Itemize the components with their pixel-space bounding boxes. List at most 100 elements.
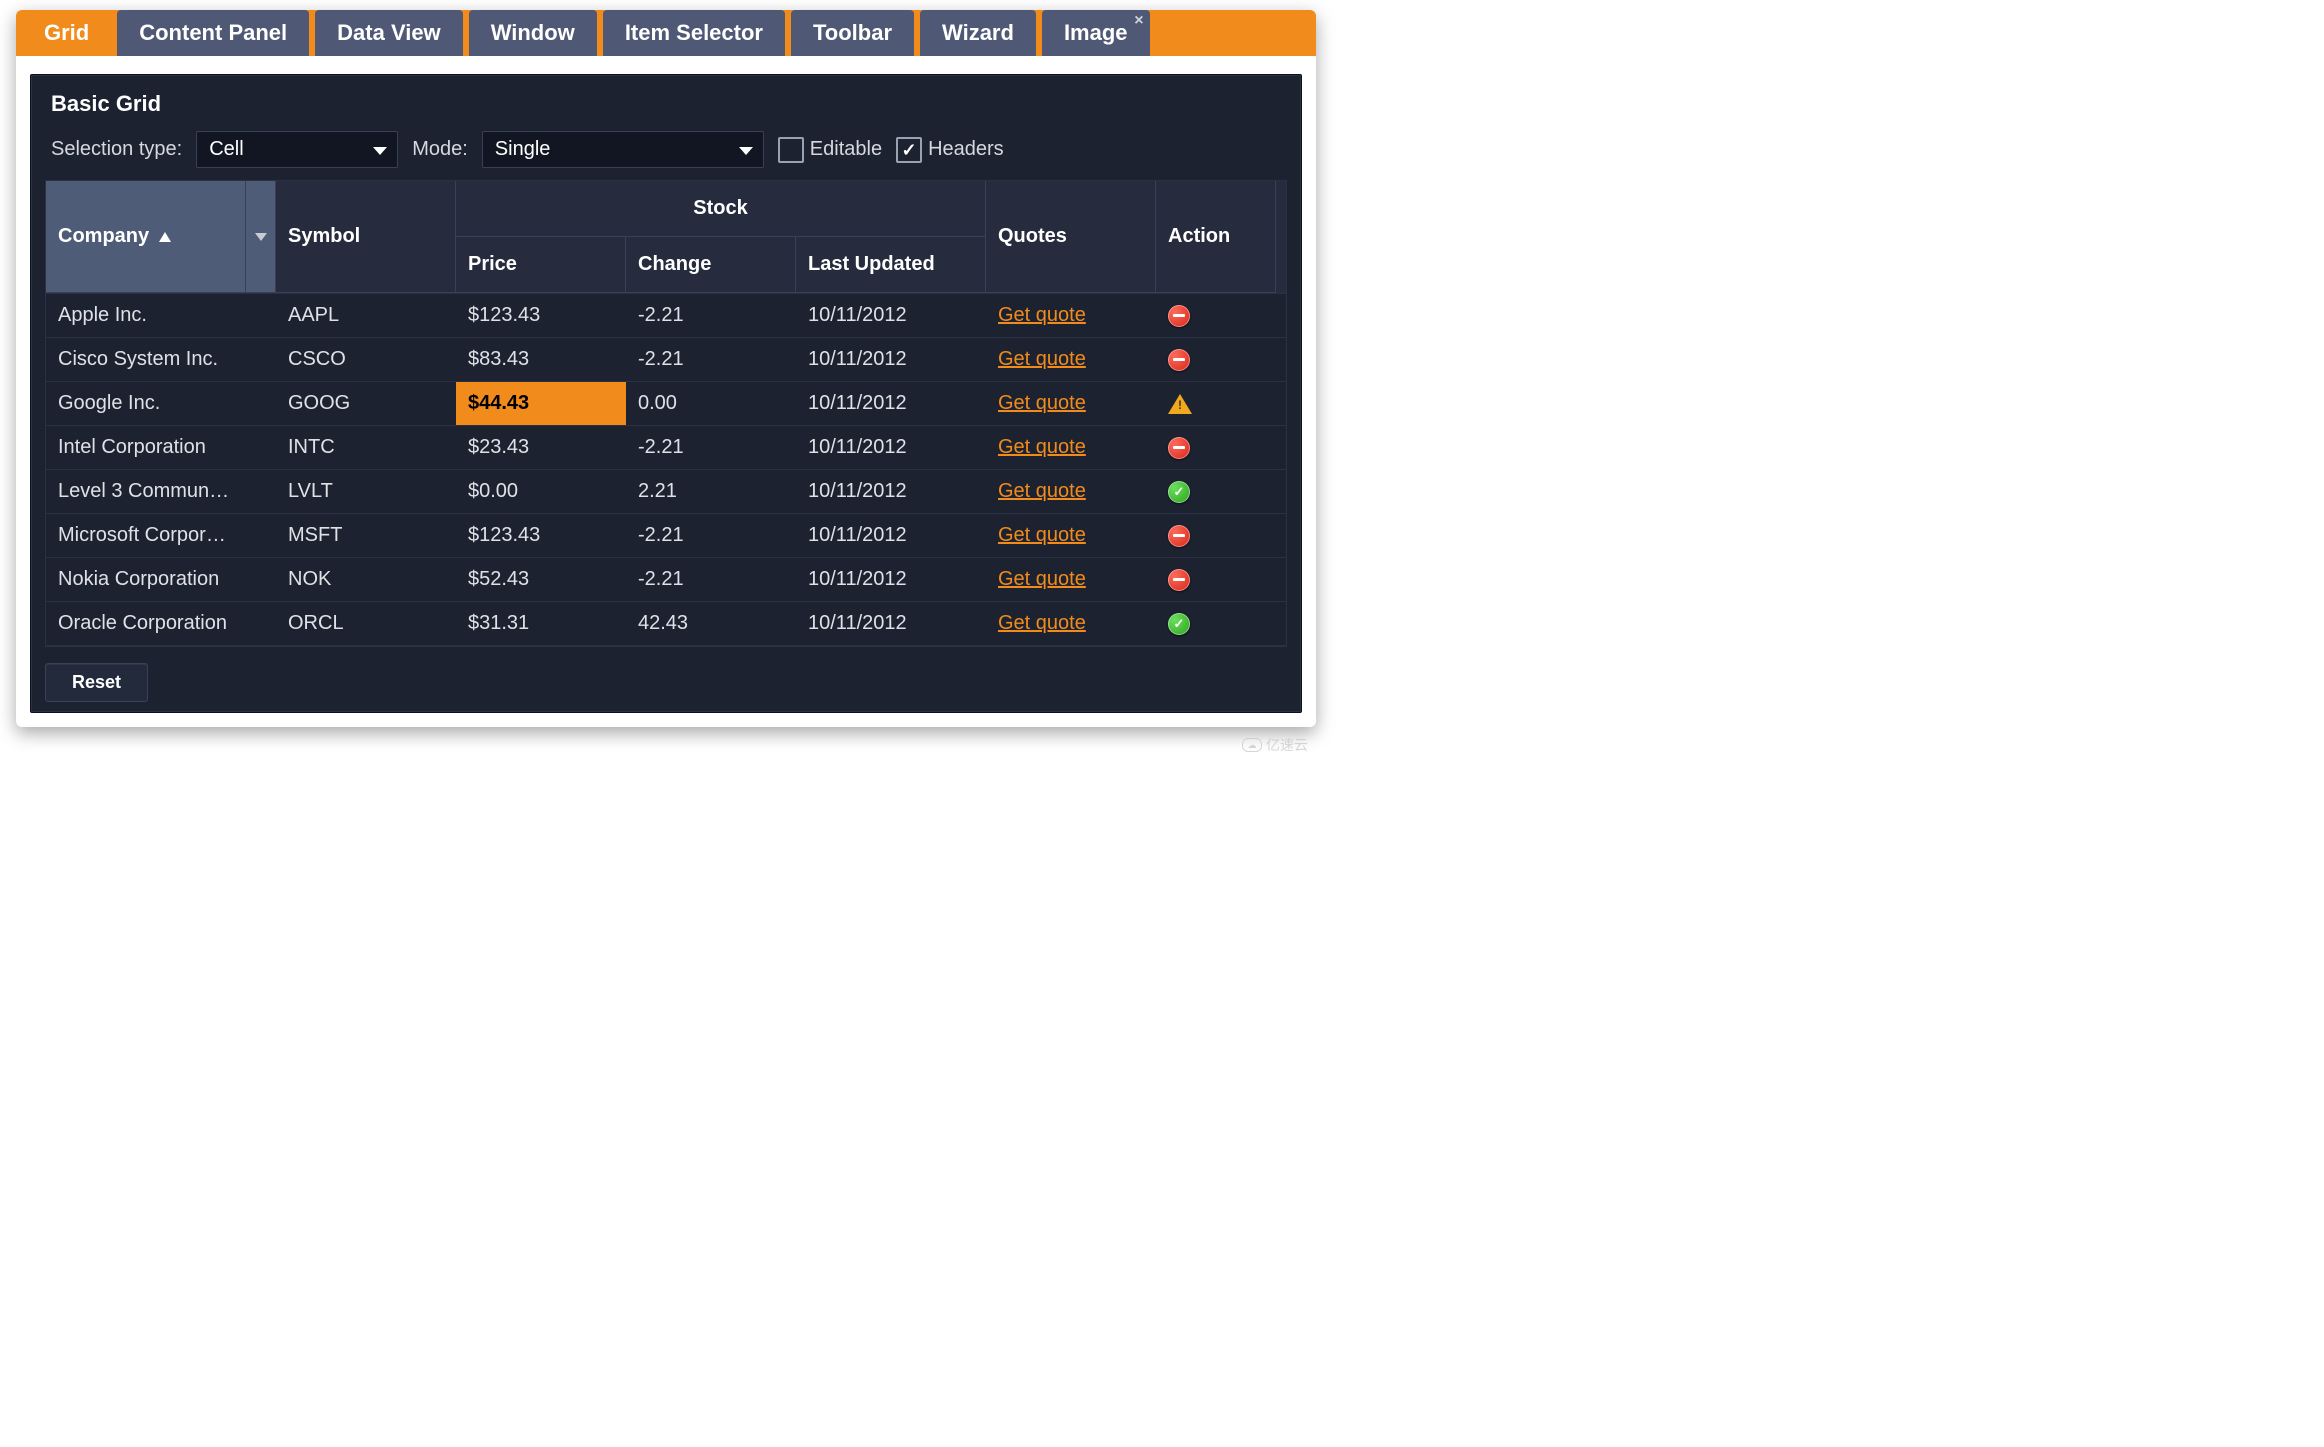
get-quote-link[interactable]: Get quote (998, 392, 1086, 414)
column-header-label: Action (1168, 225, 1230, 248)
get-quote-link[interactable]: Get quote (998, 568, 1086, 590)
cell-symbol: CSCO (276, 338, 456, 381)
column-header-company-menu[interactable] (246, 181, 276, 293)
cell-last-updated: 10/11/2012 (796, 558, 986, 601)
cell-price: $83.43 (456, 338, 626, 381)
sort-asc-icon (159, 232, 171, 242)
table-row[interactable]: Microsoft Corpor…MSFT$123.43-2.2110/11/2… (46, 513, 1286, 557)
tab-data-view[interactable]: Data View (315, 10, 463, 56)
column-header-company[interactable]: Company (46, 181, 246, 293)
chevron-down-icon (739, 147, 753, 155)
watermark-text: 亿速云 (1266, 735, 1308, 755)
cell-symbol: MSFT (276, 514, 456, 557)
cell-last-updated: 10/11/2012 (796, 426, 986, 469)
cell-price: $52.43 (456, 558, 626, 601)
table-row[interactable]: Nokia CorporationNOK$52.43-2.2110/11/201… (46, 557, 1286, 601)
column-header-action[interactable]: Action (1156, 181, 1276, 293)
warning-icon[interactable] (1168, 394, 1192, 414)
cell-company: Nokia Corporation (46, 558, 276, 601)
selection-type-select[interactable]: Cell (196, 131, 398, 168)
tab-window[interactable]: Window (469, 10, 597, 56)
cell-company: Google Inc. (46, 382, 276, 425)
headers-checkbox[interactable]: Headers (896, 137, 1004, 163)
column-header-symbol[interactable]: Symbol (276, 181, 456, 293)
table-row[interactable]: Level 3 Commun…LVLT$0.002.2110/11/2012Ge… (46, 469, 1286, 513)
tab-grid[interactable]: Grid (22, 10, 111, 56)
close-icon[interactable]: × (1134, 12, 1143, 30)
get-quote-link[interactable]: Get quote (998, 436, 1086, 458)
cell-action (1156, 294, 1276, 337)
column-header-change[interactable]: Change (626, 237, 796, 293)
checkbox-icon (778, 137, 804, 163)
mode-select[interactable]: Single (482, 131, 764, 168)
mode-label: Mode: (412, 138, 468, 161)
chevron-down-icon (255, 233, 267, 241)
cell-action (1156, 514, 1276, 557)
cell-action (1156, 338, 1276, 381)
table-row[interactable]: Intel CorporationINTC$23.43-2.2110/11/20… (46, 425, 1286, 469)
column-header-label: Stock (693, 197, 747, 220)
cell-change: 42.43 (626, 602, 796, 645)
cell-quotes: Get quote (986, 602, 1156, 645)
column-header-label: Symbol (288, 225, 360, 248)
get-quote-link[interactable]: Get quote (998, 524, 1086, 546)
tab-toolbar[interactable]: Toolbar (791, 10, 914, 56)
cell-quotes: Get quote (986, 338, 1156, 381)
column-header-label: Change (638, 253, 711, 276)
tabbar: GridContent PanelData ViewWindowItem Sel… (16, 10, 1316, 56)
ok-icon[interactable] (1168, 613, 1190, 635)
cell-last-updated: 10/11/2012 (796, 338, 986, 381)
remove-icon[interactable] (1168, 305, 1190, 327)
grid-panel: Basic Grid Selection type: Cell Mode: Si… (30, 74, 1302, 713)
headers-label: Headers (928, 138, 1004, 161)
cell-last-updated: 10/11/2012 (796, 294, 986, 337)
editable-label: Editable (810, 138, 882, 161)
tab-wizard[interactable]: Wizard (920, 10, 1036, 56)
reset-button[interactable]: Reset (45, 663, 148, 702)
cell-change: 2.21 (626, 470, 796, 513)
grid-header: Company Symbol Stock Quotes (46, 181, 1286, 293)
column-header-price[interactable]: Price (456, 237, 626, 293)
cell-quotes: Get quote (986, 558, 1156, 601)
cell-price: $31.31 (456, 602, 626, 645)
cell-action (1156, 558, 1276, 601)
cell-action (1156, 382, 1276, 425)
get-quote-link[interactable]: Get quote (998, 304, 1086, 326)
cloud-icon: ☁ (1242, 738, 1262, 752)
tab-item-selector[interactable]: Item Selector (603, 10, 785, 56)
cell-price: $0.00 (456, 470, 626, 513)
get-quote-link[interactable]: Get quote (998, 480, 1086, 502)
table-row[interactable]: Google Inc.GOOG$44.430.0010/11/2012Get q… (46, 381, 1286, 425)
tab-content-panel[interactable]: Content Panel (117, 10, 309, 56)
mode-value: Single (495, 138, 551, 161)
column-header-quotes[interactable]: Quotes (986, 181, 1156, 293)
column-header-label: Quotes (998, 225, 1067, 248)
remove-icon[interactable] (1168, 349, 1190, 371)
get-quote-link[interactable]: Get quote (998, 612, 1086, 634)
table-row[interactable]: Cisco System Inc.CSCO$83.43-2.2110/11/20… (46, 337, 1286, 381)
cell-symbol: LVLT (276, 470, 456, 513)
cell-quotes: Get quote (986, 294, 1156, 337)
remove-icon[interactable] (1168, 525, 1190, 547)
checkbox-icon (896, 137, 922, 163)
remove-icon[interactable] (1168, 569, 1190, 591)
tab-image[interactable]: Image× (1042, 10, 1150, 56)
cell-last-updated: 10/11/2012 (796, 382, 986, 425)
remove-icon[interactable] (1168, 437, 1190, 459)
table-row[interactable]: Apple Inc.AAPL$123.43-2.2110/11/2012Get … (46, 293, 1286, 337)
column-header-label: Last Updated (808, 253, 935, 276)
cell-symbol: AAPL (276, 294, 456, 337)
watermark: ☁ 亿速云 (1242, 735, 1308, 755)
cell-change: 0.00 (626, 382, 796, 425)
cell-company: Cisco System Inc. (46, 338, 276, 381)
table-row[interactable]: Oracle CorporationORCL$31.3142.4310/11/2… (46, 601, 1286, 645)
column-header-stock[interactable]: Stock (456, 181, 986, 237)
editable-checkbox[interactable]: Editable (778, 137, 882, 163)
cell-action (1156, 426, 1276, 469)
cell-symbol: GOOG (276, 382, 456, 425)
cell-change: -2.21 (626, 558, 796, 601)
get-quote-link[interactable]: Get quote (998, 348, 1086, 370)
column-header-last-updated[interactable]: Last Updated (796, 237, 986, 293)
cell-last-updated: 10/11/2012 (796, 514, 986, 557)
ok-icon[interactable] (1168, 481, 1190, 503)
